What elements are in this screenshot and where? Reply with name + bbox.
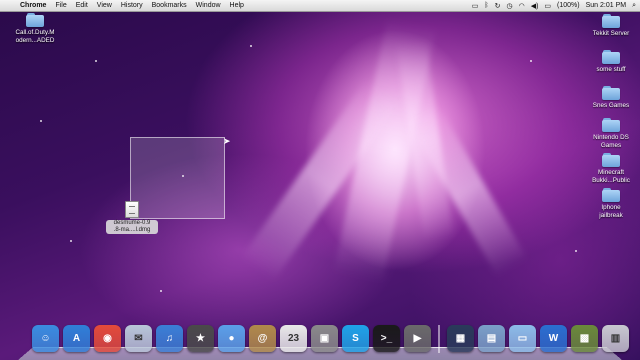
status-area: ▭ ᛒ ↻ ◷ ◠ ◀) ▭ (100%) Sun 2:01 PM ⌕	[472, 0, 636, 11]
itunes-icon[interactable]: ♫	[156, 325, 183, 352]
star	[530, 60, 532, 62]
terminal-icon[interactable]: >_	[373, 325, 400, 352]
contacts-icon[interactable]: @	[249, 325, 276, 352]
screenshot-icon[interactable]: ▦	[447, 325, 474, 352]
volume-icon[interactable]: ◀)	[531, 2, 539, 10]
menu-clock[interactable]: Sun 2:01 PM	[586, 2, 626, 9]
folder-icon	[602, 118, 620, 132]
star	[250, 45, 252, 47]
menu-app-name[interactable]: Chrome	[20, 2, 46, 9]
chrome-icon[interactable]: ◉	[94, 325, 121, 352]
calendar-icon[interactable]: 23	[280, 325, 307, 352]
star	[575, 250, 577, 252]
skype-icon[interactable]: S	[342, 325, 369, 352]
movie-icon[interactable]: ▶	[404, 325, 431, 352]
desktop-item-label: Minecraft Bukki...Public	[592, 169, 630, 184]
desktop-folder-nintendo-ds-games[interactable]: Nintendo DS Games	[583, 118, 639, 149]
desktop-item-label: Iphone jailbreak	[599, 204, 623, 219]
menu-file[interactable]: File	[55, 2, 66, 9]
menu-help[interactable]: Help	[230, 2, 244, 9]
star	[40, 120, 42, 122]
document-icon	[125, 201, 139, 218]
menu-window[interactable]: Window	[196, 2, 221, 9]
dock-separator	[438, 325, 440, 353]
minecraft-icon[interactable]: ▩	[571, 325, 598, 352]
menu-view[interactable]: View	[97, 2, 112, 9]
desktop-item-label: Snes Games	[592, 102, 630, 109]
folder-stack-icon[interactable]: ▭	[509, 325, 536, 352]
menu-bookmarks[interactable]: Bookmarks	[152, 2, 187, 9]
folder-icon	[602, 86, 620, 100]
screen-icon[interactable]: ▭	[472, 2, 479, 10]
folder-icon	[602, 153, 620, 167]
star	[160, 290, 162, 292]
preview-icon[interactable]: ✉	[125, 325, 152, 352]
finder-icon[interactable]: ☺	[32, 325, 59, 352]
folder-icon	[602, 188, 620, 202]
desktop-folder-call-of-duty[interactable]: Call.of.Duty.M odern...ADED	[7, 13, 63, 44]
dock-apps: ☺ A ◉ ✉ ♫ ★ ● @23 ▣ S >_ ▶ ▦ ▤ ▭ W ▩ ▥	[32, 325, 629, 353]
desktop-folder-iphone-jailbreak[interactable]: Iphone jailbreak	[583, 188, 639, 219]
menu-edit[interactable]: Edit	[76, 2, 88, 9]
facetime-icon[interactable]: ●	[218, 325, 245, 352]
desktop-item-label: Nintendo DS Games	[593, 134, 629, 149]
desktop-folder-snes-games[interactable]: Snes Games	[583, 86, 639, 110]
desktop-folder-tekkit-server[interactable]: Tekkit Server	[583, 14, 639, 38]
menu-history[interactable]: History	[121, 2, 143, 9]
desktop-folder-minecraft-public[interactable]: Minecraft Bukki...Public	[583, 153, 639, 184]
word-icon[interactable]: W	[540, 325, 567, 352]
folder-icon	[602, 50, 620, 64]
desktop-item-label: some stuff	[596, 66, 626, 73]
battery-icon[interactable]: ▭	[544, 2, 551, 10]
wifi-icon[interactable]: ◠	[519, 2, 525, 10]
folder-icon	[602, 14, 620, 28]
search-icon[interactable]: ⌕	[632, 2, 636, 10]
desktop-item-label: desmume-0.9 .8-ma....l.dmg	[106, 220, 158, 234]
star	[95, 60, 97, 62]
downloads-stack-icon[interactable]: ▤	[478, 325, 505, 352]
trash-icon[interactable]: ▥	[602, 325, 629, 352]
battery-percent[interactable]: (100%)	[557, 2, 580, 9]
bluetooth-icon[interactable]: ᛒ	[484, 2, 488, 9]
desktop-file-desmume-dmg[interactable]: desmume-0.9 .8-ma....l.dmg	[106, 201, 158, 234]
folder-icon	[26, 13, 44, 27]
star	[70, 240, 72, 242]
photo-booth-icon[interactable]: ▣	[311, 325, 338, 352]
dock: ☺ A ◉ ✉ ♫ ★ ● @23 ▣ S >_ ▶ ▦ ▤ ▭ W ▩ ▥	[18, 323, 629, 360]
desktop-background[interactable]	[0, 0, 640, 360]
desktop-folder-some-stuff[interactable]: some stuff	[583, 50, 639, 74]
desktop-item-label: Call.of.Duty.M odern...ADED	[15, 29, 55, 44]
imovie-icon[interactable]: ★	[187, 325, 214, 352]
desktop-item-label: Tekkit Server	[592, 30, 630, 37]
menu-bar: Chrome File Edit View History Bookmarks …	[0, 0, 640, 12]
app-store-icon[interactable]: A	[63, 325, 90, 352]
mouse-cursor-icon: ➤	[223, 136, 231, 146]
clock-icon[interactable]: ◷	[506, 2, 512, 10]
sync-icon[interactable]: ↻	[495, 2, 501, 10]
